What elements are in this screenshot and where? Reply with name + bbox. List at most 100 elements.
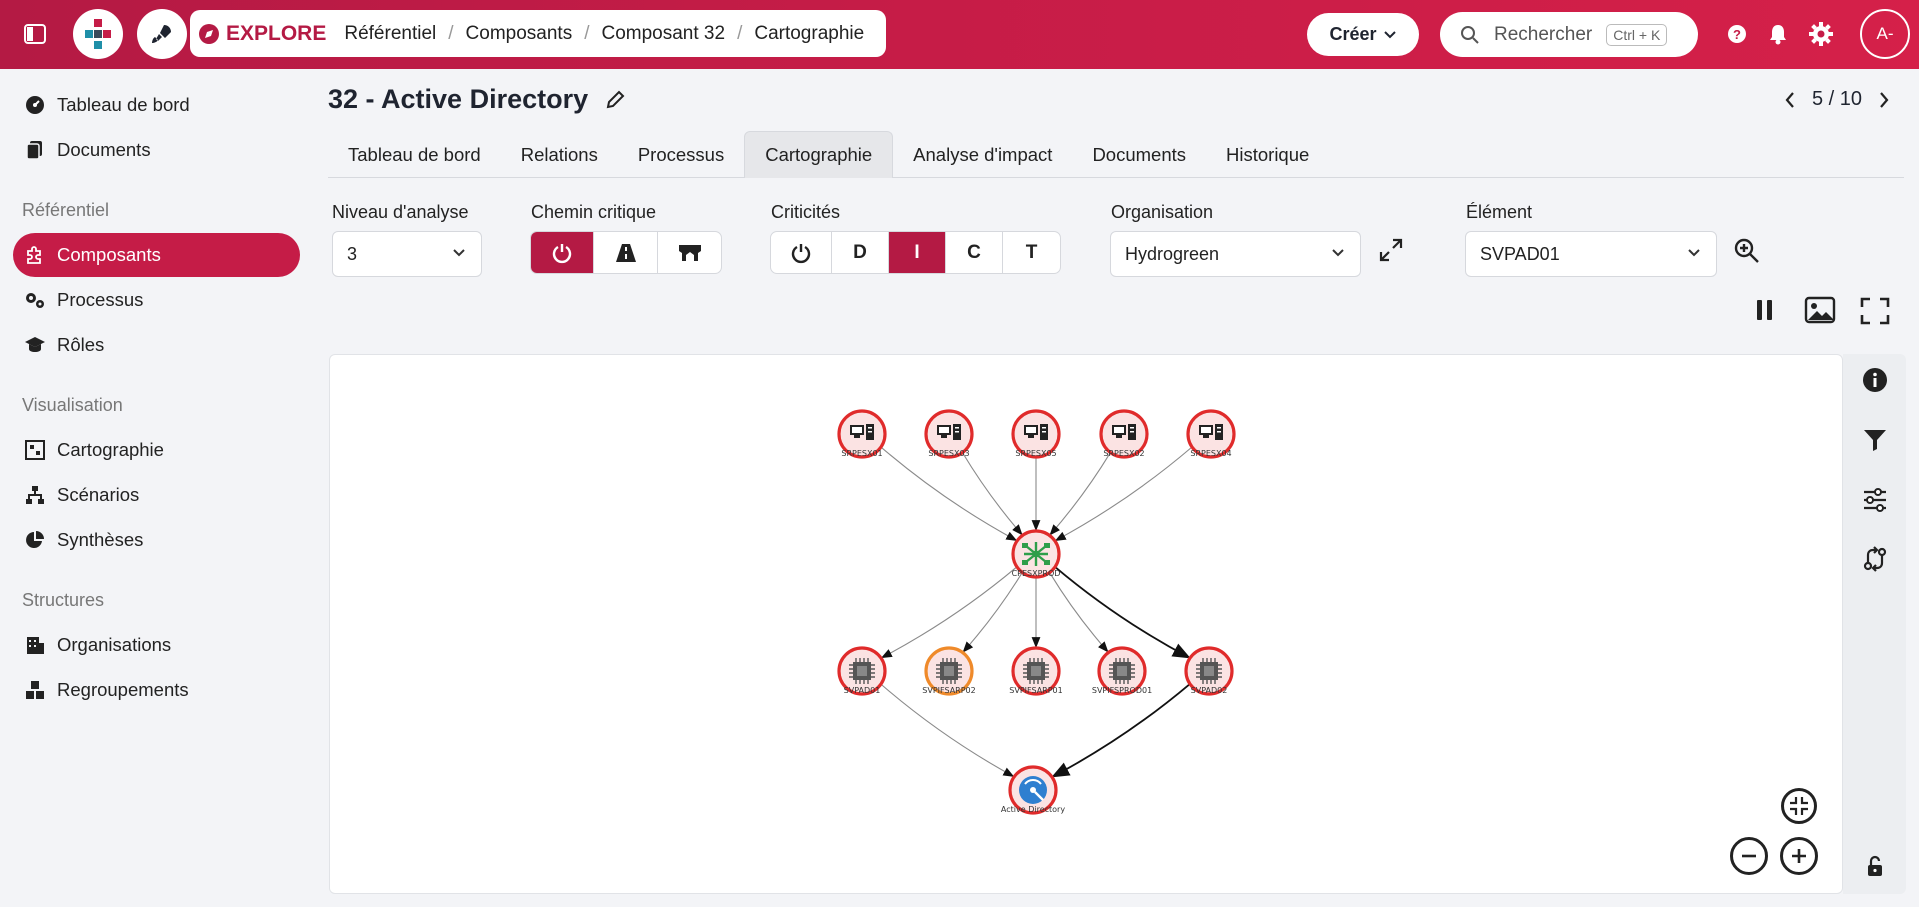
zoom-in-button[interactable] [1780, 837, 1818, 875]
organisation-value: Hydrogreen [1125, 243, 1220, 264]
tab-relations[interactable]: Relations [501, 131, 618, 178]
chevron-right-icon[interactable] [1878, 91, 1890, 109]
filter-icon[interactable] [1861, 426, 1889, 454]
organisation-select[interactable]: Hydrogreen [1110, 231, 1361, 277]
tab-historique[interactable]: Historique [1206, 131, 1329, 178]
avatar[interactable]: A- [1860, 9, 1910, 59]
page-title: 32 - Active Directory [328, 84, 626, 115]
sliders-icon[interactable] [1861, 486, 1889, 514]
sidebar-item-label: Tableau de bord [57, 94, 190, 115]
zoom-in-search-icon[interactable] [1732, 236, 1762, 266]
sidebar-item-documents[interactable]: Documents [13, 128, 300, 172]
sidebar-item-roles[interactable]: Rôles [13, 323, 300, 367]
graph-node-label: SVPIFSPROD01 [1092, 686, 1152, 695]
niveau-label: Niveau d'analyse [332, 202, 469, 222]
criticite-power-button[interactable] [771, 232, 832, 273]
graph-side-toolbar [1843, 354, 1906, 894]
graph-node-svpifsarp01[interactable]: SVPIFSARP01 [1009, 646, 1063, 696]
chevron-left-icon[interactable] [1784, 91, 1796, 109]
sidebar-item-label: Regroupements [57, 679, 189, 700]
criticite-t-button[interactable]: T [1003, 232, 1060, 273]
sidebar-item-composants[interactable]: Composants [13, 233, 300, 277]
dependency-graph[interactable]: SRPESX01 SRPESX03 SRPESX05 SRPESX02 SRPESX04… [330, 355, 1844, 895]
breadcrumb-item[interactable]: Composants [466, 23, 573, 45]
rocket-icon[interactable] [137, 9, 187, 59]
app-logo[interactable] [73, 9, 123, 59]
graph-node-svpifsprod01[interactable]: SVPIFSPROD01 [1092, 646, 1152, 696]
graph-canvas[interactable]: SRPESX01 SRPESX03 SRPESX05 SRPESX02 SRPESX04… [329, 354, 1843, 894]
zoom-out-button[interactable] [1730, 837, 1768, 875]
bridge-button[interactable] [658, 232, 721, 273]
sidebar-item-organisations[interactable]: Organisations [13, 623, 300, 667]
tab-documents[interactable]: Documents [1072, 131, 1206, 178]
graph-node-svpad02[interactable]: SVPAD02 [1184, 646, 1234, 696]
chemin-label: Chemin critique [531, 202, 657, 222]
tab-bar: Tableau de bord Relations Processus Cart… [328, 131, 1904, 178]
road-icon [615, 243, 636, 262]
niveau-select[interactable]: 3 [332, 231, 482, 277]
create-button[interactable]: Créer [1307, 13, 1419, 56]
pager-value: 5 / 10 [1812, 88, 1863, 110]
graph-edge [880, 446, 1018, 541]
sitemap-icon [23, 484, 47, 506]
graph-node-label: SVPAD02 [1191, 686, 1228, 695]
graph-edge [1049, 452, 1111, 536]
element-label: Élément [1466, 202, 1533, 222]
power-icon [552, 243, 572, 263]
help-icon[interactable]: ? [1726, 23, 1748, 45]
graph-node-srpesx05[interactable]: SRPESX05 [1011, 409, 1061, 459]
breadcrumb-item[interactable]: Référentiel [344, 23, 436, 45]
graph-node-srpesx04[interactable]: SRPESX04 [1186, 409, 1236, 459]
sidebar: Tableau de bord Documents Référentiel Co… [0, 69, 310, 907]
explore-badge[interactable]: EXPLORE [198, 22, 326, 46]
bell-icon[interactable] [1767, 22, 1789, 46]
sidebar-toggle-icon[interactable] [22, 22, 48, 46]
power-button[interactable] [531, 232, 594, 273]
graph-node-cpesxprod[interactable]: CPESXPROD [1011, 529, 1061, 579]
search-input[interactable]: Rechercher Ctrl + K [1440, 12, 1698, 57]
dashboard-icon [23, 94, 47, 116]
element-select[interactable]: SVPAD01 [1465, 231, 1717, 277]
swap-route-icon[interactable] [1861, 545, 1889, 573]
pause-icon[interactable] [1753, 296, 1777, 324]
graph-node-srpesx02[interactable]: SRPESX02 [1099, 409, 1149, 459]
sidebar-item-processus[interactable]: Processus [13, 278, 300, 322]
graph-node-svpifsarp02[interactable]: SVPIFSARP02 [922, 646, 976, 696]
graph-node-svpad01[interactable]: SVPAD01 [837, 646, 887, 696]
breadcrumb-item[interactable]: Composant 32 [601, 23, 725, 45]
top-bar: EXPLORE Référentiel / Composants / Compo… [0, 0, 1919, 69]
tab-tableau-de-bord[interactable]: Tableau de bord [328, 131, 501, 178]
chevron-down-icon [1383, 30, 1396, 38]
app-icon [1019, 776, 1047, 804]
sidebar-item-scenarios[interactable]: Scénarios [13, 473, 300, 517]
image-icon[interactable] [1803, 295, 1837, 325]
sidebar-item-syntheses[interactable]: Synthèses [13, 518, 300, 562]
niveau-value: 3 [347, 243, 358, 264]
fit-graph-button[interactable] [1781, 788, 1817, 824]
graph-node-label: SRPESX03 [928, 449, 969, 458]
graph-edge [1054, 566, 1191, 659]
cubes-icon [23, 679, 47, 701]
tab-cartographie[interactable]: Cartographie [744, 131, 894, 178]
tab-processus[interactable]: Processus [618, 131, 744, 178]
gear-icon[interactable] [1808, 21, 1834, 47]
expand-icon[interactable] [1377, 236, 1405, 264]
tab-analyse-impact[interactable]: Analyse d'impact [893, 131, 1072, 178]
fullscreen-icon[interactable] [1859, 296, 1891, 326]
sidebar-item-tableau-de-bord[interactable]: Tableau de bord [13, 83, 300, 127]
pencil-icon[interactable] [604, 89, 626, 111]
documents-icon [23, 139, 47, 161]
breadcrumb-item[interactable]: Cartographie [754, 23, 864, 45]
criticite-c-button[interactable]: C [946, 232, 1003, 273]
unlock-icon[interactable] [1861, 852, 1889, 880]
graph-node-srpesx01[interactable]: SRPESX01 [837, 409, 887, 459]
graph-node-srpesx03[interactable]: SRPESX03 [924, 409, 974, 459]
graph-node-label: Active Directory [1001, 805, 1065, 814]
info-icon[interactable] [1861, 366, 1889, 394]
sidebar-item-regroupements[interactable]: Regroupements [13, 668, 300, 712]
road-button[interactable] [594, 232, 658, 273]
graph-edge [962, 452, 1023, 536]
sidebar-item-cartographie[interactable]: Cartographie [13, 428, 300, 472]
criticite-d-button[interactable]: D [832, 232, 889, 273]
criticite-i-button[interactable]: I [889, 232, 946, 273]
